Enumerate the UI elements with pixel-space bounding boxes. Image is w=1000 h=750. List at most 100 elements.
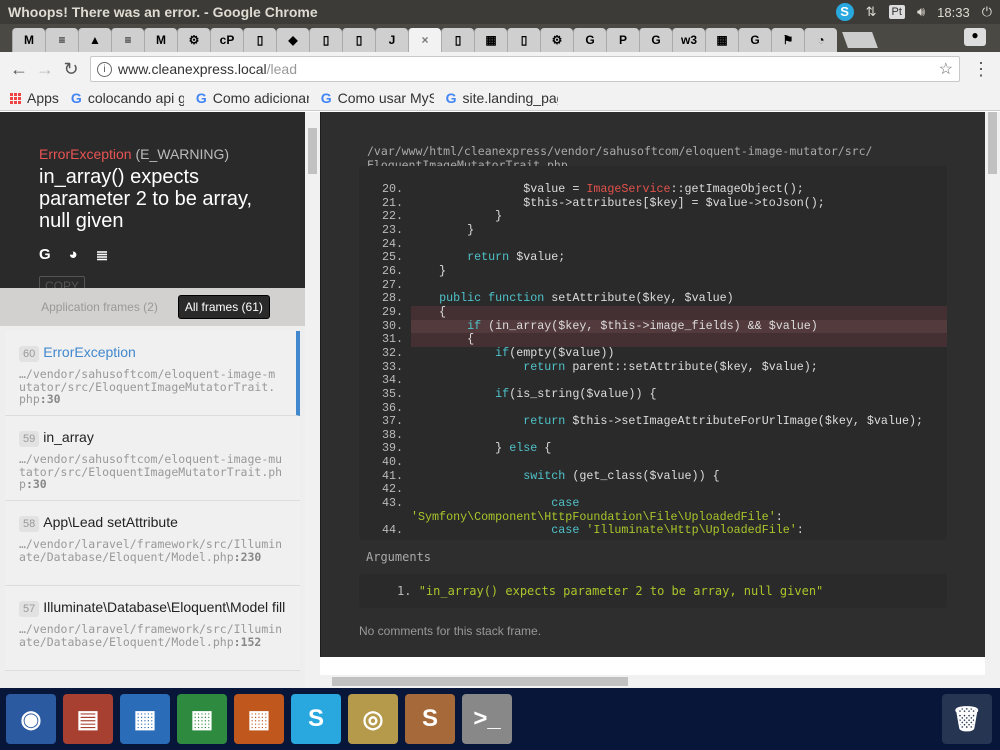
code-token: $value = (411, 182, 587, 196)
address-bar[interactable]: i www.cleanexpress.local/lead ☆ (90, 56, 960, 82)
code-line: 33. return parent::setAttribute($key, $v… (359, 359, 947, 375)
browser-tab[interactable]: ≡ (111, 28, 144, 52)
browser-tab[interactable]: G (738, 28, 771, 52)
browser-tab[interactable]: P (606, 28, 639, 52)
code-line: 37. return $this->setImageAttributeForUr… (359, 414, 947, 429)
browser-tab[interactable]: × (408, 28, 441, 52)
tab-all-frames[interactable]: All frames (61) (177, 295, 270, 319)
left-scrollbar[interactable] (305, 112, 320, 688)
power-icon[interactable]: ⏻ (982, 4, 992, 20)
browser-tab[interactable]: ▲ (78, 28, 111, 52)
stack-frame[interactable]: 59 in_array …/vendor/sahusoftcom/eloquent-… (5, 416, 300, 501)
google-search-icon[interactable]: G (39, 246, 51, 264)
browser-tab[interactable]: ◆ (276, 28, 309, 52)
tab-favicon: J (388, 33, 396, 47)
impress-icon[interactable]: ▦ (234, 694, 284, 744)
skype-icon[interactable]: S (291, 694, 341, 744)
copy-button[interactable]: COPY (39, 276, 86, 288)
browser-tab[interactable]: ▯ (507, 28, 540, 52)
forward-button[interactable]: → (32, 59, 58, 80)
browser-tab[interactable]: J (375, 28, 408, 52)
line-code: return $value; (411, 250, 947, 265)
browser-tab[interactable]: ≡ (45, 28, 78, 52)
arguments-list: 1. "in_array() expects parameter 2 to be… (359, 574, 947, 608)
bookmark-item[interactable]: G Como adicionar (196, 90, 309, 106)
tab-application-frames[interactable]: Application frames (2) (35, 296, 164, 318)
code-line: 'Symfony\Component\HttpFoundation\File\U… (359, 510, 947, 525)
browser-tab[interactable]: ▯ (309, 28, 342, 52)
impress-icon-glyph: ▦ (247, 705, 271, 733)
browser-tab[interactable]: M (12, 28, 45, 52)
files-icon[interactable]: ▤ (63, 694, 113, 744)
skype-tray-icon[interactable]: S (835, 3, 854, 21)
clock[interactable]: 18:33 (937, 5, 970, 20)
browser-tab[interactable]: ◔ (804, 28, 837, 52)
menu-button[interactable]: ⋮ (968, 59, 994, 80)
code-token: parent::setAttribute($key, $value); (565, 359, 818, 374)
profile-icon[interactable]: ● (964, 28, 986, 46)
stackoverflow-icon[interactable]: ≣ (96, 246, 109, 264)
browser-tab[interactable]: ⚙ (540, 28, 573, 52)
network-icon[interactable]: ⇅ (866, 4, 877, 20)
line-number: 33. (381, 359, 403, 374)
calc-icon-glyph: ▦ (190, 705, 214, 733)
stack-frame[interactable]: 58 App\Lead setAttribute …/vendor/laravel/… (5, 501, 300, 586)
bookmark-item[interactable]: G Como usar MySQ (321, 90, 434, 106)
stack-frame[interactable]: 57 Illuminate\Database\Eloquent\Model fil… (5, 586, 300, 671)
line-number: 35. (381, 386, 403, 401)
line-code: } (411, 223, 947, 238)
ubuntu-icon[interactable]: ◉ (6, 694, 56, 744)
browser-tab[interactable]: ⚙ (177, 28, 210, 52)
writer-icon[interactable]: ▦ (120, 694, 170, 744)
browser-tab[interactable]: G (573, 28, 606, 52)
code-token: 'Illuminate\Http\UploadedFile' (586, 523, 797, 538)
calc-icon[interactable]: ▦ (177, 694, 227, 744)
trash-icon[interactable]: 🗑︎ (942, 694, 992, 744)
google-icon: G (320, 90, 332, 106)
new-tab-button[interactable] (842, 32, 878, 48)
line-number: 44. (381, 523, 403, 538)
right-scrollbar[interactable] (985, 112, 1000, 675)
frame-path: …/vendor/sahusoftcom/eloquent-image-muta… (19, 368, 282, 406)
reload-button[interactable]: ↻ (58, 59, 84, 80)
code-line: 44. case 'Illuminate\Http\UploadedFile': (359, 524, 947, 538)
browser-tab[interactable]: ⚑ (771, 28, 804, 52)
tab-favicon: ▦ (716, 33, 728, 47)
line-code: public function setAttribute($key, $valu… (411, 291, 947, 306)
browser-tab[interactable]: cP (210, 28, 243, 52)
line-number: 34. (381, 373, 403, 388)
duckduckgo-icon[interactable]: ◕ (69, 246, 78, 264)
browser-tab[interactable]: G (639, 28, 672, 52)
browser-tab[interactable]: ▯ (342, 28, 375, 52)
code-line: 35. if(is_string($value)) { (359, 386, 947, 402)
browser-tab[interactable]: ▦ (705, 28, 738, 52)
code-token: return (467, 250, 510, 265)
volume-icon[interactable]: 🔊︎ (917, 4, 925, 20)
browser-tab[interactable]: w3 (672, 28, 705, 52)
chrome-icon[interactable]: ◎ (348, 694, 398, 744)
horizontal-scrollbar[interactable] (320, 675, 1000, 688)
browser-tab[interactable]: ▦ (474, 28, 507, 52)
terminal-icon[interactable]: >_ (462, 694, 512, 744)
bookmark-item[interactable]: Gcolocando api go (71, 90, 184, 106)
keyboard-layout[interactable]: Pt (888, 5, 905, 19)
info-icon[interactable]: i (97, 61, 112, 77)
tab-favicon: ≡ (58, 33, 66, 47)
browser-tab[interactable]: ▯ (243, 28, 276, 52)
tab-favicon: ▯ (322, 33, 330, 47)
bookmark-item[interactable]: Gsite.landing_pag (446, 90, 559, 106)
bookmark-label: Como usar MySQ (337, 90, 434, 106)
stack-frame[interactable]: 60 ErrorException …/vendor/sahusoftcom/elo… (5, 331, 300, 416)
back-button[interactable]: ← (6, 59, 32, 80)
bookmark-star-icon[interactable]: ☆ (939, 59, 953, 79)
browser-tab[interactable]: M (144, 28, 177, 52)
tab-favicon: ▯ (355, 33, 363, 47)
exception-header: ErrorException (E_WARNING) in_array() ex… (0, 112, 305, 288)
frame-name: Illuminate\Database\Eloquent\Model fill (43, 599, 286, 615)
bookmark-item[interactable]: Apps (10, 90, 59, 106)
browser-tab[interactable]: ▯ (441, 28, 474, 52)
sublime-icon[interactable]: S (405, 694, 455, 744)
